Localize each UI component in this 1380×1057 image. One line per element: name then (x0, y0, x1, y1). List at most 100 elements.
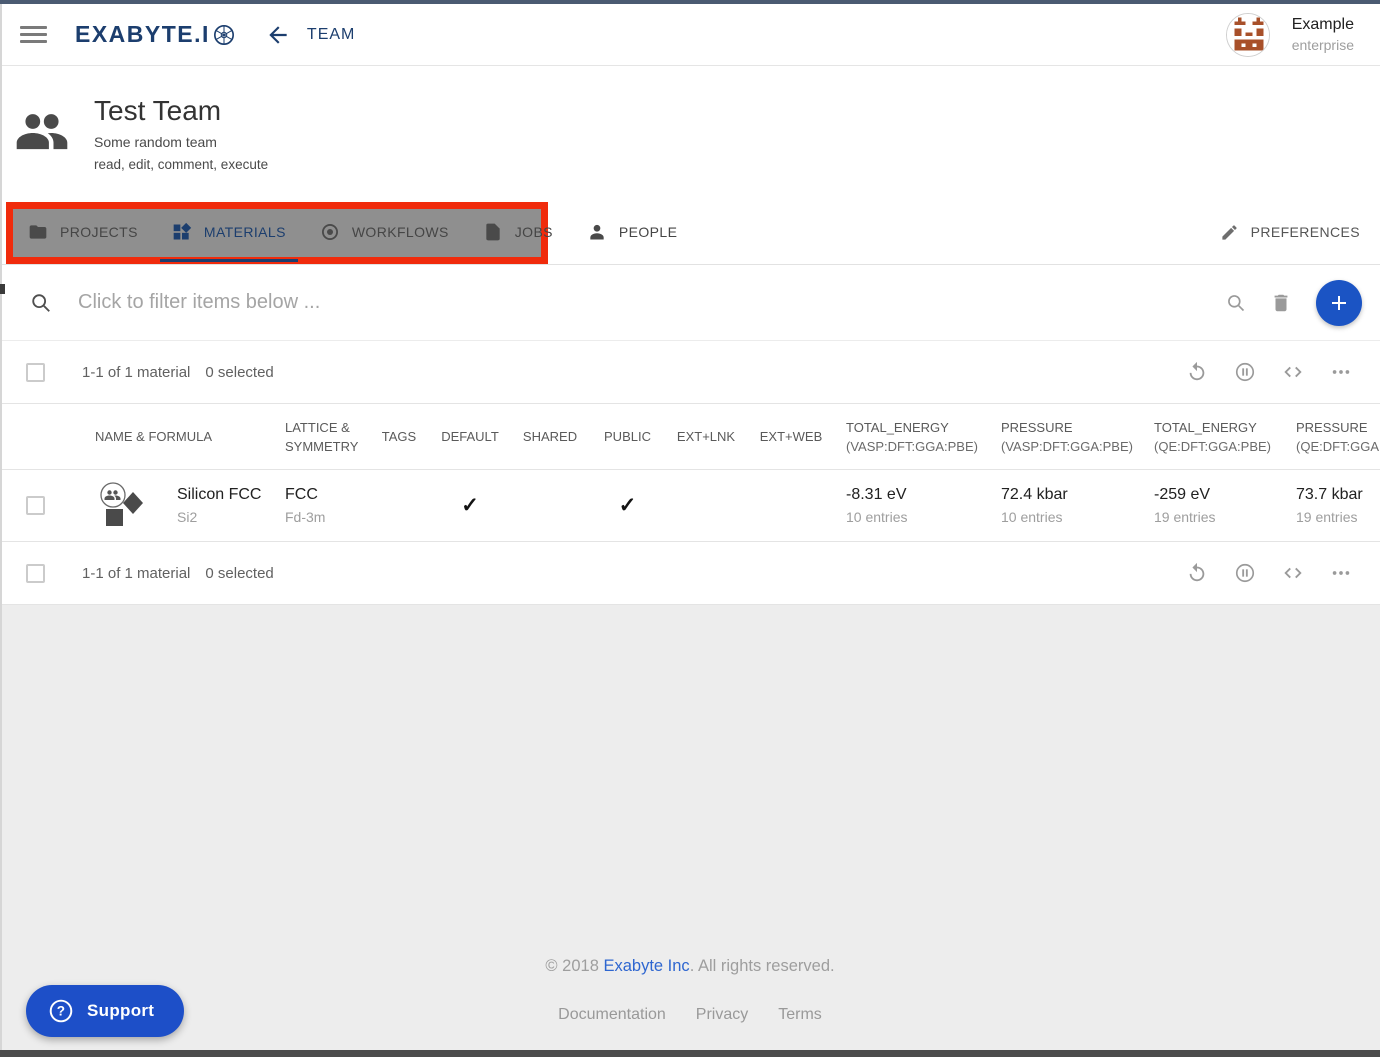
col-name-formula: NAME & FORMULA (84, 429, 270, 444)
account-area: Example enterprise (1226, 13, 1354, 57)
search-button[interactable] (1226, 293, 1246, 313)
delete-button[interactable] (1270, 292, 1292, 314)
col-shared: SHARED (510, 429, 590, 444)
select-all-checkbox[interactable] (26, 564, 45, 583)
team-permissions: read, edit, comment, execute (94, 157, 268, 172)
support-label: Support (87, 1001, 154, 1021)
team-info: Test Team Some random team read, edit, c… (94, 95, 268, 172)
search-icon (1226, 293, 1246, 313)
tab-people-label: PEOPLE (619, 224, 677, 240)
copyright-text: © 2018 Exabyte Inc. All rights reserved. (545, 957, 834, 976)
col-pressure-vasp: PRESSURE (VASP:DFT:GGA:PBE) (990, 418, 1142, 456)
lattice-cell: FCC Fd-3m (270, 486, 368, 525)
col-default: DEFAULT (430, 429, 510, 444)
footer-links: Documentation Privacy Terms (558, 1006, 822, 1024)
pause-circle-icon[interactable] (1234, 562, 1256, 584)
code-icon[interactable] (1282, 361, 1304, 383)
col-ext-web: EXT+WEB (747, 429, 835, 444)
left-edge-artifact (0, 284, 5, 294)
total-energy-vasp-cell: -8.31 eV 10 entries (835, 486, 990, 525)
tab-projects[interactable]: PROJECTS (28, 200, 138, 264)
col-total-energy-vasp: TOTAL_ENERGY (VASP:DFT:GGA:PBE) (835, 418, 990, 456)
preferences-label: PREFERENCES (1251, 224, 1360, 240)
app-window: EXABYTE.I TEAM (0, 0, 1380, 1057)
refresh-icon[interactable] (1186, 562, 1208, 584)
check-icon: ✓ (461, 494, 479, 517)
team-description: Some random team (94, 134, 268, 150)
col-tags: TAGS (368, 429, 430, 444)
account-labels: Example enterprise (1292, 14, 1354, 55)
search-icon (30, 292, 52, 314)
person-icon (587, 222, 607, 242)
table-header-row: NAME & FORMULA LATTICE & SYMMETRY TAGS D… (0, 404, 1380, 470)
check-icon: ✓ (619, 494, 637, 517)
logo[interactable]: EXABYTE.I (75, 21, 235, 48)
col-public: PUBLIC (590, 429, 665, 444)
globe-icon (213, 24, 235, 46)
preferences-button[interactable]: PREFERENCES (1220, 200, 1360, 264)
material-row[interactable]: Silicon FCC Si2 FCC Fd-3m ✓ ✓ -8.31 eV 1… (0, 470, 1380, 542)
footer-link-terms[interactable]: Terms (778, 1006, 822, 1024)
support-button[interactable]: ? Support (26, 985, 184, 1037)
logo-text: EXABYTE.I (75, 21, 210, 48)
material-name: Silicon FCC (177, 486, 261, 504)
team-header: Test Team Some random team read, edit, c… (0, 66, 1380, 200)
tab-workflows-label: WORKFLOWS (352, 224, 449, 240)
range-summary: 1-1 of 1 material (82, 565, 190, 582)
filter-input[interactable] (78, 291, 1226, 314)
trash-icon (1270, 292, 1292, 314)
team-group-icon (14, 110, 70, 156)
back-arrow-icon[interactable] (265, 22, 291, 48)
account-plan: enterprise (1292, 36, 1354, 55)
window-top-strip (0, 0, 1380, 4)
list-controls-top: 1-1 of 1 material 0 selected (0, 341, 1380, 404)
tab-bar: PROJECTS MATERIALS WORKFLOWS JOBS PEOPLE… (0, 200, 1380, 265)
tab-workflows[interactable]: WORKFLOWS (320, 200, 449, 264)
folder-icon (28, 222, 48, 242)
default-cell: ✓ (430, 493, 510, 518)
list-controls-bottom: 1-1 of 1 material 0 selected (0, 542, 1380, 605)
pressure-qe-cell: 73.7 kbar 19 entries (1285, 486, 1380, 525)
pressure-vasp-cell: 72.4 kbar 10 entries (990, 486, 1142, 525)
team-name: Test Team (94, 95, 268, 127)
tab-jobs[interactable]: JOBS (483, 200, 553, 264)
add-button[interactable] (1316, 280, 1362, 326)
material-name-cell: Silicon FCC Si2 (84, 482, 270, 530)
footer-link-documentation[interactable]: Documentation (558, 1006, 666, 1024)
material-formula: Si2 (177, 509, 261, 525)
tab-jobs-label: JOBS (515, 224, 553, 240)
tab-materials[interactable]: MATERIALS (172, 200, 286, 264)
avatar[interactable] (1226, 13, 1270, 57)
selected-summary: 0 selected (205, 364, 273, 381)
footer: © 2018 Exabyte Inc. All rights reserved.… (0, 605, 1380, 1057)
svg-text:?: ? (57, 1004, 66, 1019)
select-all-checkbox[interactable] (26, 363, 45, 382)
more-icon[interactable] (1330, 562, 1352, 584)
tab-people[interactable]: PEOPLE (587, 200, 677, 264)
more-icon[interactable] (1330, 361, 1352, 383)
refresh-icon[interactable] (1186, 361, 1208, 383)
account-name: Example (1292, 14, 1354, 36)
total-energy-qe-cell: -259 eV 19 entries (1142, 486, 1285, 525)
help-icon: ? (48, 998, 74, 1024)
col-total-energy-qe: TOTAL_ENERGY (QE:DFT:GGA:PBE) (1142, 418, 1285, 456)
window-left-border (0, 0, 2, 1057)
col-pressure-qe: PRESSURE (QE:DFT:GGA:PBE) (1285, 418, 1380, 456)
footer-link-privacy[interactable]: Privacy (696, 1006, 748, 1024)
filter-bar (0, 265, 1380, 341)
materials-icon (172, 222, 192, 242)
material-thumbnail-icon (99, 482, 147, 530)
window-bottom-strip (0, 1050, 1380, 1057)
range-summary: 1-1 of 1 material (82, 364, 190, 381)
tab-materials-label: MATERIALS (204, 224, 286, 240)
code-icon[interactable] (1282, 562, 1304, 584)
company-link[interactable]: Exabyte Inc (603, 957, 689, 975)
row-checkbox[interactable] (26, 496, 45, 515)
page-title: TEAM (307, 26, 355, 44)
plus-icon (1327, 291, 1351, 315)
selected-summary: 0 selected (205, 565, 273, 582)
col-ext-lnk: EXT+LNK (665, 429, 747, 444)
app-bar: EXABYTE.I TEAM (0, 0, 1380, 66)
pause-circle-icon[interactable] (1234, 361, 1256, 383)
menu-icon[interactable] (20, 22, 47, 47)
